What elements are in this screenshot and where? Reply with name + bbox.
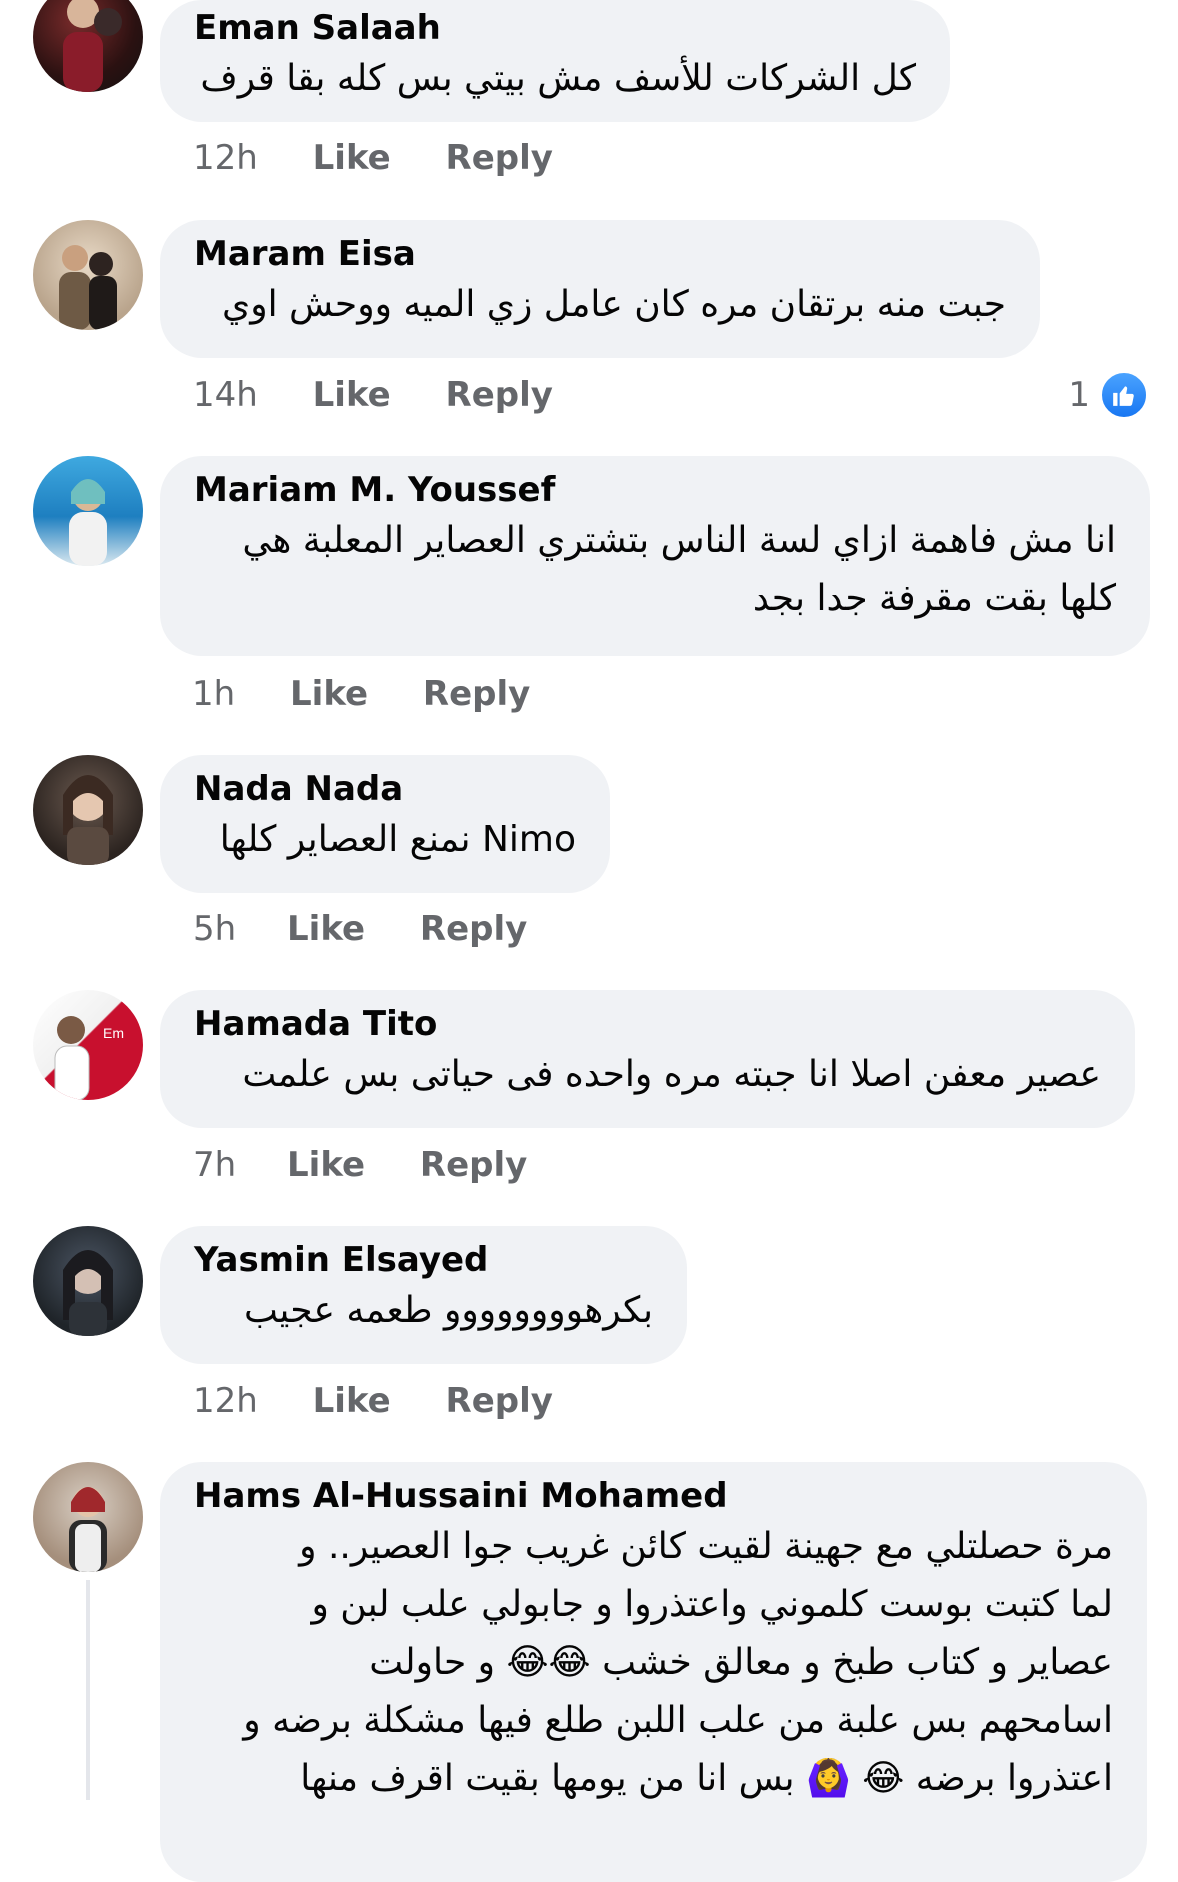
reply-button[interactable]: Reply xyxy=(420,907,527,951)
comment-bubble: Hamada Tito عصير معفن اصلا انا جبته مره … xyxy=(160,990,1135,1128)
reaction-count: 1 xyxy=(1068,375,1090,415)
reaction-summary[interactable]: 1 xyxy=(1068,371,1148,419)
avatar[interactable]: Em xyxy=(33,990,143,1100)
comment-time[interactable]: 12h xyxy=(193,1379,258,1423)
thumbs-up-icon xyxy=(1100,371,1148,419)
like-button[interactable]: Like xyxy=(290,672,368,716)
comment-bubble: Nada Nada Nimo نمنع العصاير كلها xyxy=(160,755,610,893)
comment-time[interactable]: 5h xyxy=(193,907,236,951)
avatar[interactable] xyxy=(33,1462,143,1572)
comment-text-line-3: عصاير و كتاب طبخ و معالق خشب 😂😂 و حاولت xyxy=(369,1642,1113,1683)
comment-text-line-2: لما كتبت بوست كلموني واعتذروا و جابولي ع… xyxy=(311,1584,1113,1625)
like-button[interactable]: Like xyxy=(313,136,391,180)
avatar[interactable] xyxy=(33,0,143,92)
user-avatar-icon: Em xyxy=(54,1016,124,1100)
comment-text: كل الشركات للأسف مش بيتي بس كله بقا قرف xyxy=(200,58,916,99)
reply-button[interactable]: Reply xyxy=(420,1143,527,1187)
commenter-name[interactable]: Hamada Tito xyxy=(194,1002,1101,1046)
avatar[interactable] xyxy=(33,1226,143,1336)
comment-text-line-1: مرة حصلتلي مع جهينة لقيت كائن غريب جوا ا… xyxy=(299,1526,1113,1567)
comment-bubble: Eman Salaah كل الشركات للأسف مش بيتي بس … xyxy=(160,0,950,122)
comment-time[interactable]: 1h xyxy=(192,672,235,716)
reply-button[interactable]: Reply xyxy=(446,373,553,417)
commenter-name[interactable]: Mariam M. Youssef xyxy=(194,468,1116,512)
comment-text-line-4: اسامحهم بس علبة من علب اللبن طلع فيها مش… xyxy=(243,1700,1113,1741)
comment-actions: 5h Like Reply xyxy=(193,907,527,951)
reply-button[interactable]: Reply xyxy=(423,672,530,716)
comment-actions: 1h Like Reply xyxy=(192,672,530,716)
comment-bubble: Mariam M. Youssef انا مش فاهمة ازاي لسة … xyxy=(160,456,1150,656)
comment-time[interactable]: 12h xyxy=(193,136,258,180)
like-button[interactable]: Like xyxy=(313,1379,391,1423)
comment-time[interactable]: 7h xyxy=(193,1143,236,1187)
comment-actions: 7h Like Reply xyxy=(193,1143,527,1187)
svg-text:Em: Em xyxy=(103,1025,124,1041)
commenter-name[interactable]: Maram Eisa xyxy=(194,232,1006,276)
avatar[interactable] xyxy=(33,456,143,566)
comment-time[interactable]: 14h xyxy=(193,373,258,417)
reply-button[interactable]: Reply xyxy=(446,136,553,180)
comment-text: عصير معفن اصلا انا جبته مره واحده فى حيا… xyxy=(242,1054,1101,1095)
comment-text-line-1: انا مش فاهمة ازاي لسة الناس بتشتري العصا… xyxy=(242,520,1116,561)
reply-button[interactable]: Reply xyxy=(446,1379,553,1423)
user-avatar-icon xyxy=(59,245,117,330)
like-button[interactable]: Like xyxy=(287,907,365,951)
commenter-name[interactable]: Hams Al-Hussaini Mohamed xyxy=(194,1474,1113,1518)
comment-actions: 12h Like Reply xyxy=(193,136,553,180)
comment-text: بكرهوووووووو طعمه عجيب xyxy=(244,1290,653,1331)
comment-text-line-5: اعتذروا برضه 😂 🙆‍♀️ بس انا من يومها بقيت… xyxy=(300,1758,1113,1799)
avatar[interactable] xyxy=(33,220,143,330)
user-avatar-icon xyxy=(69,1487,107,1572)
like-button[interactable]: Like xyxy=(313,373,391,417)
commenter-name[interactable]: Nada Nada xyxy=(194,767,576,811)
thread-line xyxy=(86,1580,90,1800)
user-avatar-icon xyxy=(63,1250,113,1336)
commenter-name[interactable]: Yasmin Elsayed xyxy=(194,1238,653,1282)
comment-text: Nimo نمنع العصاير كلها xyxy=(219,819,576,860)
comment-actions: 14h Like Reply xyxy=(193,373,553,417)
avatar[interactable] xyxy=(33,755,143,865)
user-avatar-icon xyxy=(69,479,107,566)
like-button[interactable]: Like xyxy=(287,1143,365,1187)
comment-text: جبت منه برتقان مره كان عامل زي الميه ووح… xyxy=(222,284,1006,325)
comment-text-line-2: كلها بقت مقرفة جدا بجد xyxy=(752,578,1116,619)
comment-bubble: Maram Eisa جبت منه برتقان مره كان عامل ز… xyxy=(160,220,1040,358)
comment-bubble: Hams Al-Hussaini Mohamed مرة حصلتلي مع ج… xyxy=(160,1462,1147,1882)
commenter-name[interactable]: Eman Salaah xyxy=(194,6,916,50)
comment-actions: 12h Like Reply xyxy=(193,1379,553,1423)
comment-bubble: Yasmin Elsayed بكرهوووووووو طعمه عجيب xyxy=(160,1226,687,1364)
user-avatar-icon xyxy=(63,775,113,865)
user-avatar-icon xyxy=(63,0,122,92)
